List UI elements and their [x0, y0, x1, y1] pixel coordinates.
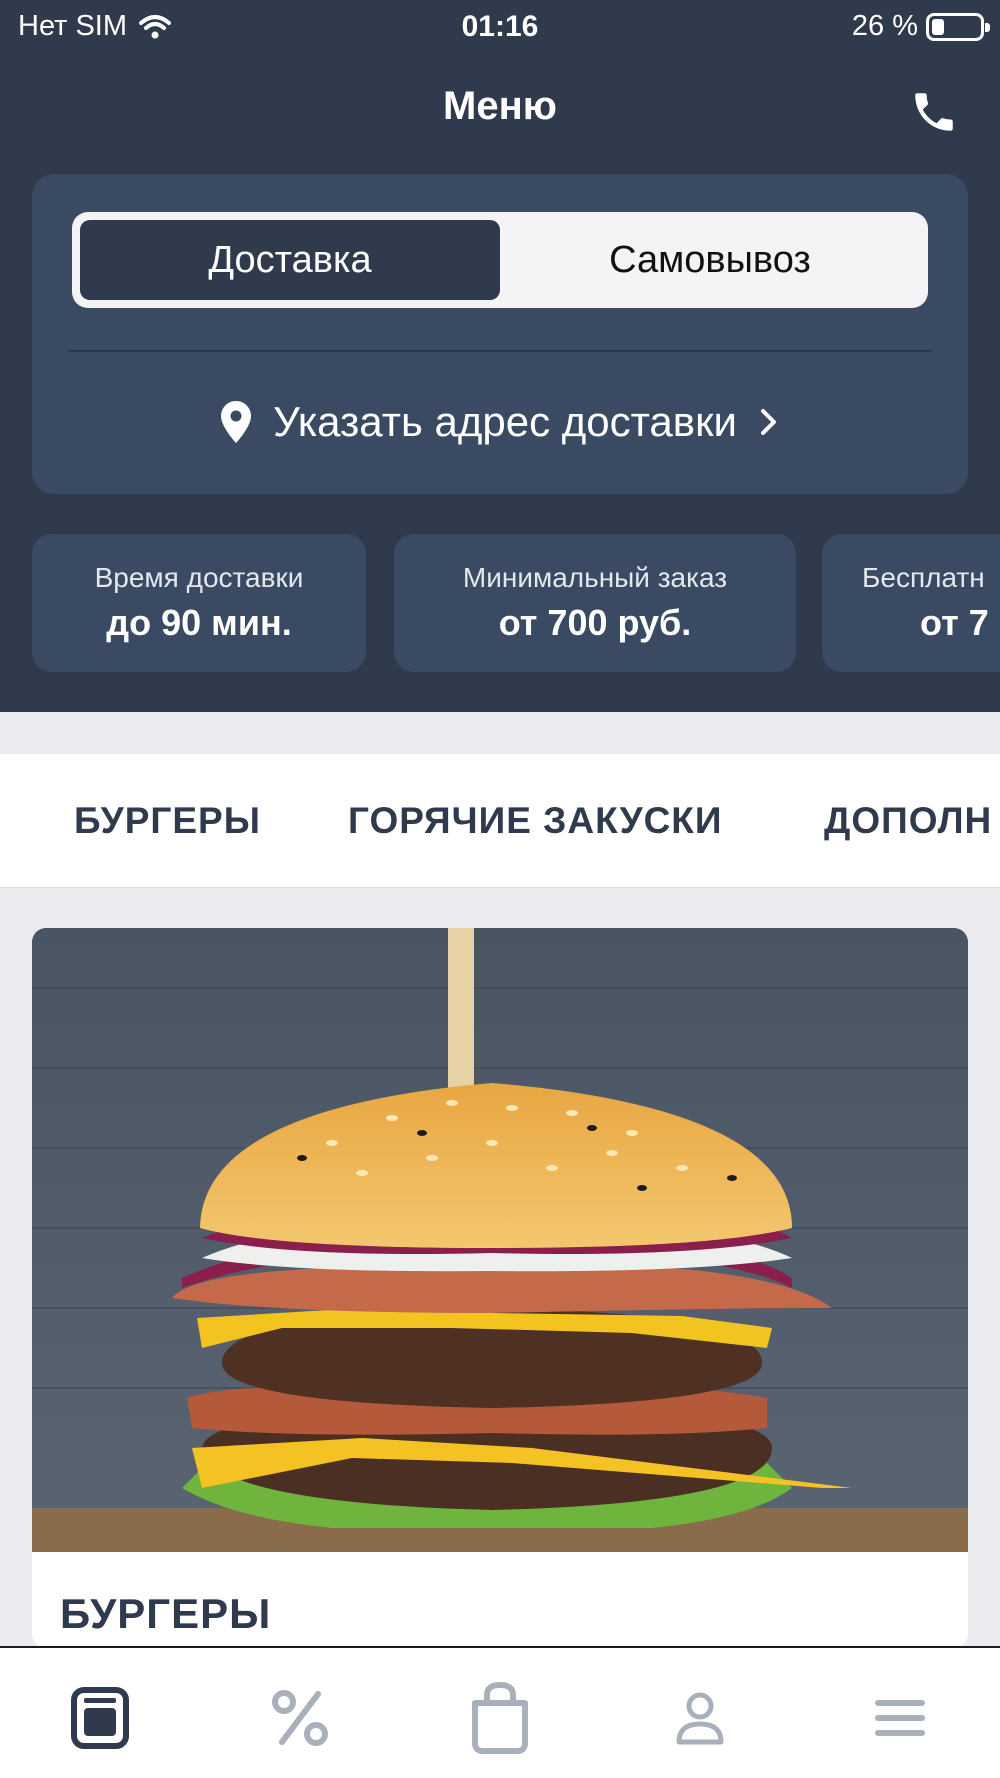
battery-percent: 26 % [851, 10, 918, 42]
info-cards-scroller[interactable]: Время доставки до 90 мин. Минимальный за… [32, 534, 1000, 672]
pickup-option[interactable]: Самовывоз [500, 220, 920, 300]
category-tab-burgers[interactable]: БУРГЕРЫ [74, 800, 261, 842]
info-card-delivery-time: Время доставки до 90 мин. [32, 534, 366, 672]
battery-level [932, 18, 944, 35]
product-card[interactable]: БУРГЕРЫ [32, 928, 968, 1648]
status-bar: Нет SIM 01:16 26 % [0, 0, 1000, 58]
status-time: 01:16 [461, 10, 539, 43]
burger-photo [32, 928, 968, 1552]
menu-icon [71, 1687, 129, 1749]
info-card-value: от 700 руб. [498, 602, 692, 643]
info-card-min-order: Минимальный заказ от 700 руб. [394, 534, 796, 672]
delivery-address-button[interactable]: Указать адрес доставки [32, 380, 968, 464]
info-card-label: Бесплатн [862, 562, 985, 593]
chevron-right-icon [760, 409, 776, 435]
header-panel: Нет SIM 01:16 26 % Меню Доставка Самовыв… [0, 0, 1000, 712]
battery-icon [926, 12, 990, 41]
tab-profile[interactable] [660, 1678, 740, 1758]
divider [68, 350, 932, 352]
tab-discounts[interactable] [260, 1678, 340, 1758]
info-card-value: от 7 [920, 602, 989, 643]
tab-menu[interactable] [60, 1678, 140, 1758]
battery-status: 26 % [851, 10, 990, 43]
category-tab-hot-snacks[interactable]: ГОРЯЧИЕ ЗАКУСКИ [348, 800, 723, 842]
category-tabs: БУРГЕРЫ ГОРЯЧИЕ ЗАКУСКИ ДОПОЛН [0, 754, 1000, 888]
more-icon [875, 1700, 925, 1736]
profile-icon [676, 1692, 724, 1745]
phone-button[interactable] [906, 84, 962, 140]
tab-cart[interactable] [460, 1678, 540, 1758]
bottom-tab-bar [0, 1646, 1000, 1778]
product-title: БУРГЕРЫ [60, 1590, 272, 1637]
cart-icon [472, 1681, 528, 1754]
info-card-value: до 90 мин. [106, 602, 292, 643]
delivery-mode-switch: Доставка Самовывоз [72, 212, 928, 308]
delivery-option[interactable]: Доставка [80, 220, 500, 300]
info-card-free-delivery: Бесплатн от 7 [822, 534, 1000, 672]
delivery-card: Доставка Самовывоз Указать адрес доставк… [32, 174, 968, 494]
delivery-address-label: Указать адрес доставки [273, 398, 737, 445]
category-tab-extras[interactable]: ДОПОЛН [824, 800, 992, 842]
info-card-label: Минимальный заказ [462, 562, 728, 593]
info-card-label: Время доставки [94, 562, 304, 593]
page-title: Меню [443, 84, 557, 128]
tab-more[interactable] [860, 1678, 940, 1758]
map-pin-icon [221, 401, 252, 443]
discount-icon [272, 1690, 328, 1746]
phone-icon [915, 93, 953, 131]
